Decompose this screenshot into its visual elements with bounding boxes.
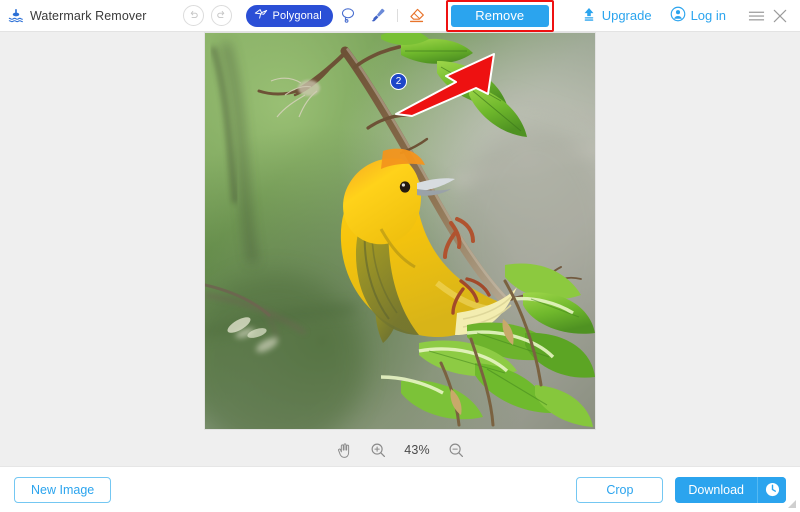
bird-photo-illustration <box>205 33 595 429</box>
watermark-drop-icon <box>7 7 25 25</box>
undo-arrow-icon <box>190 10 198 18</box>
crop-button[interactable]: Crop <box>576 476 664 503</box>
pan-tool-button[interactable] <box>334 440 354 460</box>
polygonal-lasso-icon <box>254 7 268 25</box>
editor-canvas[interactable]: 2 <box>0 32 800 434</box>
login-label: Log in <box>690 8 726 23</box>
image-preview[interactable]: 2 <box>205 33 595 429</box>
download-button-group[interactable]: Download <box>675 476 786 503</box>
selection-tool-group: Polygonal <box>245 3 432 29</box>
hamburger-menu-icon <box>748 11 764 20</box>
tool-brush[interactable] <box>363 3 393 29</box>
lasso-icon <box>341 8 354 23</box>
zoom-out-button[interactable] <box>446 440 466 460</box>
tool-lasso[interactable] <box>333 3 363 29</box>
app-header: Watermark Remover Polygonal Remove Upgra… <box>0 0 800 32</box>
selection-marker-badge[interactable]: 2 <box>390 73 407 90</box>
app-brand: Watermark Remover <box>0 7 147 25</box>
remove-button[interactable]: Remove <box>450 4 549 27</box>
tool-divider <box>396 9 398 22</box>
close-x-icon <box>773 9 787 22</box>
zoom-level-label: 43% <box>404 443 430 457</box>
download-button[interactable]: Download <box>675 477 757 503</box>
upgrade-label: Upgrade <box>601 8 652 23</box>
brush-icon <box>372 8 385 22</box>
zoom-out-icon <box>449 443 464 458</box>
zoom-in-button[interactable] <box>368 440 388 460</box>
footer-toolbar: New Image Crop Download <box>0 466 800 512</box>
new-image-button[interactable]: New Image <box>14 476 112 503</box>
upload-arrow-icon <box>581 6 597 25</box>
download-history-button[interactable] <box>757 476 786 503</box>
hand-pan-icon <box>338 442 350 458</box>
redo-arrow-icon <box>216 10 224 18</box>
watermark-remover-window: Watermark Remover Polygonal Remove Upgra… <box>0 0 800 512</box>
tool-polygonal[interactable]: Polygonal <box>245 4 333 27</box>
redo-button[interactable] <box>210 5 232 26</box>
window-resize-grip[interactable] <box>787 499 797 509</box>
header-right-group: Upgrade Log in <box>581 4 800 28</box>
clock-history-icon <box>765 482 779 497</box>
eraser-icon <box>409 8 424 23</box>
login-button[interactable]: Log in <box>670 6 726 25</box>
footer-right-group: Crop Download <box>576 476 786 503</box>
user-avatar-icon <box>670 6 686 25</box>
zoom-in-icon <box>371 443 386 458</box>
history-button-group <box>182 5 232 26</box>
app-title: Watermark Remover <box>30 8 147 23</box>
close-button[interactable] <box>768 4 792 28</box>
remove-button-highlight: Remove <box>445 0 554 32</box>
zoom-toolbar: 43% <box>0 434 800 466</box>
bird-photo <box>205 33 595 429</box>
hamburger-menu-button[interactable] <box>744 4 768 28</box>
undo-button[interactable] <box>182 5 204 26</box>
upgrade-button[interactable]: Upgrade <box>581 6 652 25</box>
tool-eraser[interactable] <box>402 3 432 29</box>
tool-polygonal-label: Polygonal <box>272 9 322 22</box>
